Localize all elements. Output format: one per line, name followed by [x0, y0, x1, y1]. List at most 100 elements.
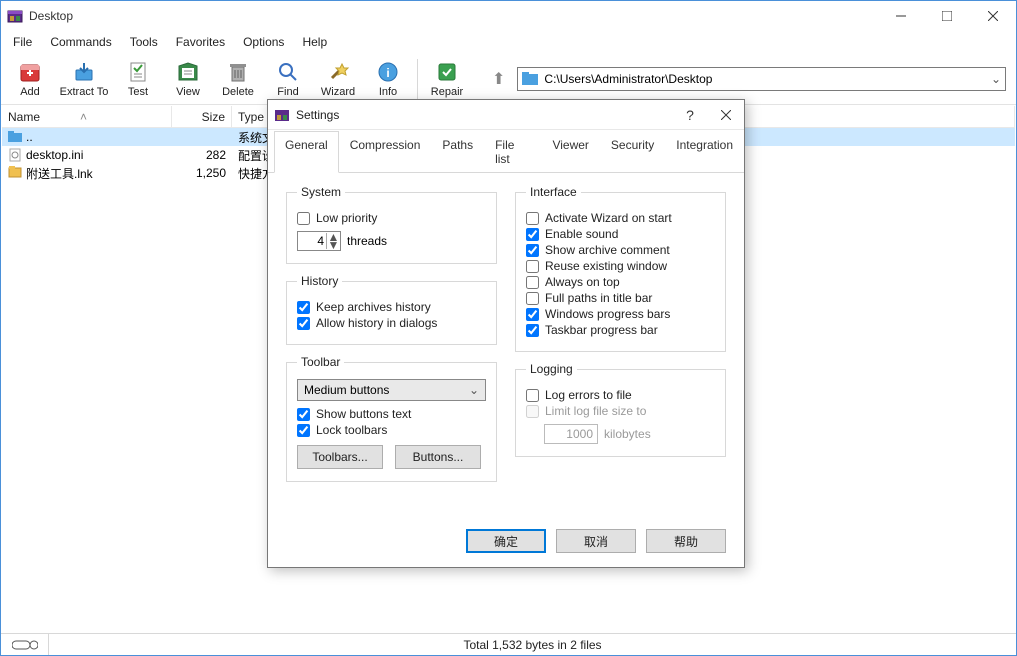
menu-tools[interactable]: Tools [122, 33, 166, 51]
toolbar-size-combo[interactable]: Medium buttons⌄ [297, 379, 486, 401]
tab-filelist[interactable]: File list [484, 131, 541, 173]
limit-log-checkbox: Limit log file size to [526, 404, 715, 418]
repair-icon [435, 60, 459, 84]
app-icon [7, 8, 23, 24]
toolbars-button[interactable]: Toolbars... [297, 445, 383, 469]
buttons-button[interactable]: Buttons... [395, 445, 481, 469]
extract-button[interactable]: Extract To [55, 54, 113, 104]
threads-spinner[interactable]: ▲▼ [297, 231, 341, 251]
path-text: C:\Users\Administrator\Desktop [544, 72, 712, 86]
sort-indicator-icon: ˄ [80, 110, 87, 124]
tab-viewer[interactable]: Viewer [541, 131, 599, 173]
status-text: Total 1,532 bytes in 2 files [49, 638, 1016, 652]
always-on-top-checkbox[interactable]: Always on top [526, 275, 715, 289]
lock-toolbars-checkbox[interactable]: Lock toolbars [297, 423, 486, 437]
main-toolbar: Add Extract To Test View Delete Find Wiz… [1, 53, 1016, 105]
maximize-button[interactable] [924, 1, 970, 31]
interface-legend: Interface [526, 185, 581, 199]
keep-history-checkbox[interactable]: Keep archives history [297, 300, 486, 314]
windows-progress-checkbox[interactable]: Windows progress bars [526, 307, 715, 321]
dialog-title: Settings [296, 108, 672, 122]
enable-sound-checkbox[interactable]: Enable sound [526, 227, 715, 241]
info-icon: i [376, 60, 400, 84]
settings-dialog: Settings ? General Compression Paths Fil… [267, 99, 745, 568]
find-button[interactable]: Find [263, 54, 313, 104]
history-legend: History [297, 274, 342, 288]
folder-icon [522, 72, 538, 86]
statusbar: Total 1,532 bytes in 2 files [1, 633, 1016, 655]
log-errors-checkbox[interactable]: Log errors to file [526, 388, 715, 402]
menubar: File Commands Tools Favorites Options He… [1, 31, 1016, 53]
dialog-help-button[interactable]: ? [672, 101, 708, 129]
show-comment-checkbox[interactable]: Show archive comment [526, 243, 715, 257]
help-button[interactable]: 帮助 [646, 529, 726, 553]
column-size[interactable]: Size [172, 106, 232, 127]
history-group: History Keep archives history Allow hist… [286, 274, 497, 345]
dialog-close-button[interactable] [708, 101, 744, 129]
show-buttons-text-checkbox[interactable]: Show buttons text [297, 407, 486, 421]
taskbar-progress-checkbox[interactable]: Taskbar progress bar [526, 323, 715, 337]
view-label: View [176, 86, 200, 98]
minimize-button[interactable] [878, 1, 924, 31]
log-size-input [544, 424, 598, 444]
cancel-button[interactable]: 取消 [556, 529, 636, 553]
path-combo[interactable]: C:\Users\Administrator\Desktop ⌄ [517, 67, 1006, 91]
window-title: Desktop [29, 9, 878, 23]
view-icon [176, 60, 200, 84]
tab-general[interactable]: General [274, 131, 339, 173]
menu-help[interactable]: Help [294, 33, 335, 51]
menu-options[interactable]: Options [235, 33, 292, 51]
add-label: Add [20, 86, 40, 98]
tab-security[interactable]: Security [600, 131, 665, 173]
allow-history-checkbox[interactable]: Allow history in dialogs [297, 316, 486, 330]
interface-group: Interface Activate Wizard on start Enabl… [515, 185, 726, 352]
toolbar-legend: Toolbar [297, 355, 344, 369]
tab-integration[interactable]: Integration [665, 131, 744, 173]
dialog-titlebar: Settings ? [268, 100, 744, 130]
extract-icon [72, 60, 96, 84]
close-button[interactable] [970, 1, 1016, 31]
chevron-down-icon: ⌄ [469, 383, 479, 397]
delete-icon [226, 60, 250, 84]
info-label: Info [379, 86, 397, 98]
up-arrow-icon[interactable]: ⬆ [492, 69, 505, 89]
folder-up-icon [8, 130, 22, 144]
menu-file[interactable]: File [5, 33, 40, 51]
delete-label: Delete [222, 86, 254, 98]
column-name[interactable]: Name ˄ [2, 106, 172, 127]
system-legend: System [297, 185, 345, 199]
menu-favorites[interactable]: Favorites [168, 33, 233, 51]
test-icon [126, 60, 150, 84]
find-label: Find [277, 86, 298, 98]
repair-label: Repair [431, 86, 463, 98]
reuse-window-checkbox[interactable]: Reuse existing window [526, 259, 715, 273]
tab-compression[interactable]: Compression [339, 131, 432, 173]
wizard-icon [326, 60, 350, 84]
test-button[interactable]: Test [113, 54, 163, 104]
full-paths-checkbox[interactable]: Full paths in title bar [526, 291, 715, 305]
threads-label: threads [347, 234, 387, 248]
ini-file-icon [8, 148, 22, 162]
delete-button[interactable]: Delete [213, 54, 263, 104]
find-icon [276, 60, 300, 84]
tab-paths[interactable]: Paths [431, 131, 484, 173]
low-priority-checkbox[interactable]: Low priority [297, 211, 486, 225]
ok-button[interactable]: 确定 [466, 529, 546, 553]
logging-legend: Logging [526, 362, 577, 376]
toolbar-separator [417, 59, 418, 99]
view-button[interactable]: View [163, 54, 213, 104]
wizard-button[interactable]: Wizard [313, 54, 363, 104]
activate-wizard-checkbox[interactable]: Activate Wizard on start [526, 211, 715, 225]
log-size-unit: kilobytes [604, 427, 651, 441]
menu-commands[interactable]: Commands [42, 33, 119, 51]
add-button[interactable]: Add [5, 54, 55, 104]
status-icon [1, 634, 49, 655]
titlebar: Desktop [1, 1, 1016, 31]
chevron-down-icon: ⌄ [991, 72, 1001, 86]
repair-button[interactable]: Repair [422, 54, 472, 104]
info-button[interactable]: i Info [363, 54, 413, 104]
system-group: System Low priority ▲▼ threads [286, 185, 497, 264]
lnk-file-icon [8, 166, 22, 180]
dialog-icon [274, 107, 290, 123]
logging-group: Logging Log errors to file Limit log fil… [515, 362, 726, 457]
